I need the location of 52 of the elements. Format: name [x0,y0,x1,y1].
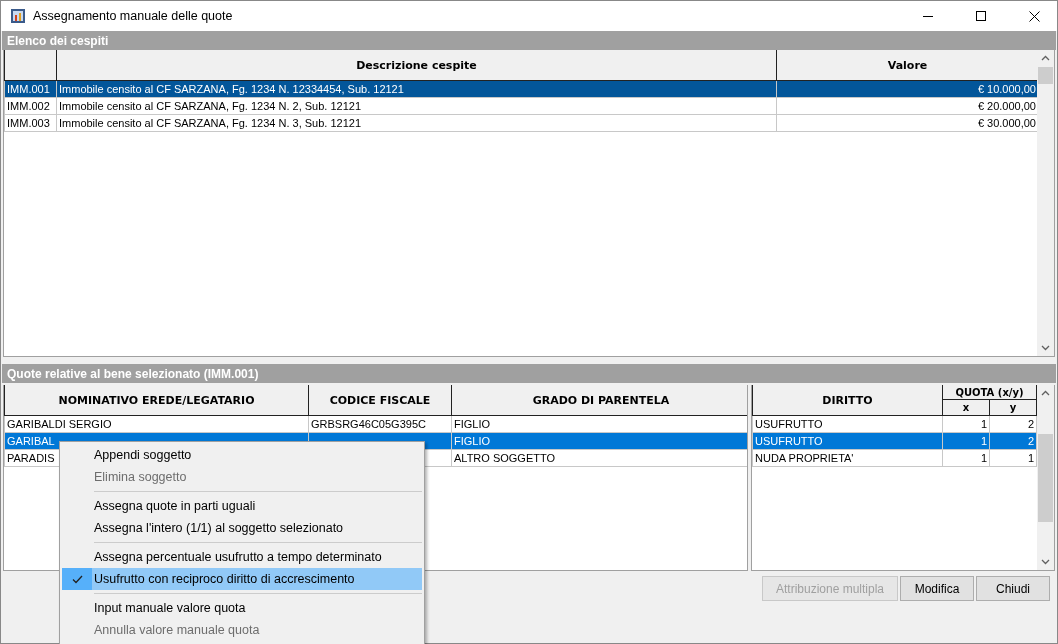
table-row[interactable]: USUFRUTTO 1 2 [752,432,1037,450]
column-header: GRADO DI PARENTELA [451,385,747,416]
menu-item-label: Assegna percentuale usufrutto a tempo determinato [93,550,382,564]
table-cell: NUDA PROPRIETA' [752,449,943,467]
section-header: Elenco dei cespiti [2,31,1056,50]
table-cell: GARIBALDI SERGIO [4,415,309,433]
close-icon [1028,10,1040,22]
column-header: NOMINATIVO EREDE/LEGATARIO [4,385,309,416]
table-cell: 1 [942,449,990,467]
table-cell: IMM.003 [4,114,57,132]
menu-item[interactable]: Usufrutto con reciproco diritto di accrescimento [62,568,422,590]
table-cell: Immobile censito al CF SARZANA, Fg. 1234 N. 3, Sub. 12121 [56,114,777,132]
action-button[interactable]: Chiudi [976,576,1050,601]
menu-item-label: Appendi soggetto [93,448,192,462]
window-title: Assegnamento manuale delle quote [33,9,234,23]
column-header: DIRITTO [752,385,943,416]
table-row[interactable]: IMM.003 Immobile censito al CF SARZANA, Fg. 1234 N. 3, Sub. 12121 € 30.000,00 [4,114,1037,132]
menu-item[interactable]: Assegna l'intero (1/1) al soggetto selezionato [62,517,422,539]
menu-item-label: Usufrutto con reciproco diritto di accrescimento [93,572,355,586]
table-cell: GRBSRG46C05G395C [308,415,452,433]
column-header [4,50,57,81]
column-header: Valore [776,50,1037,81]
scrollbar[interactable] [1037,50,1054,356]
table-cell: 1 [989,449,1037,467]
section-header: Quote relative al bene selezionato (IMM.001) [2,364,1056,383]
table-cell: 2 [989,415,1037,433]
column-header: Descrizione cespite [56,50,777,81]
menu-item-label: Assegna l'intero (1/1) al soggetto selezionato [93,521,344,535]
table-cell: USUFRUTTO [752,415,943,433]
app-icon [10,8,26,24]
column-header: QUOTA (x/y) [942,385,1037,400]
menu-item-label: Elimina soggetto [93,470,187,484]
menu-item-label: Input manuale valore quota [93,601,246,615]
action-button[interactable]: Modifica [900,576,974,601]
table-row[interactable]: IMM.002 Immobile censito al CF SARZANA, Fg. 1234 N. 2, Sub. 12121 € 20.000,00 [4,97,1037,115]
table-row[interactable]: IMM.001 Immobile censito al CF SARZANA, Fg. 1234 N. 12334454, Sub. 12121 € 10.000,00 [4,80,1037,98]
column-header: CODICE FISCALE [308,385,452,416]
table-cell: Immobile censito al CF SARZANA, Fg. 1234 N. 2, Sub. 12121 [56,97,777,115]
table-cell: 1 [942,415,990,433]
menu-item[interactable]: Assegna quote in parti uguali [62,495,422,517]
table-row[interactable]: USUFRUTTO 1 2 [752,415,1037,433]
scrollbar-thumb[interactable] [1038,434,1053,522]
table-row[interactable]: GARIBALDI SERGIO GRBSRG46C05G395C FIGLIO [4,415,747,433]
scrollbar-thumb[interactable] [1038,67,1053,84]
menu-item-label: Assegna quote in parti uguali [93,499,256,513]
table-row[interactable]: NUDA PROPRIETA' 1 1 [752,449,1037,467]
maximize-icon [976,11,986,21]
menu-item[interactable]: Assegna percentuale usufrutto a tempo determinato [62,546,422,568]
menu-item-label: Annulla valore manuale quota [93,623,260,637]
scrollbar[interactable] [1037,385,1054,570]
menu-item[interactable]: Input manuale valore quota [62,597,422,619]
table-cell: IMM.002 [4,97,57,115]
